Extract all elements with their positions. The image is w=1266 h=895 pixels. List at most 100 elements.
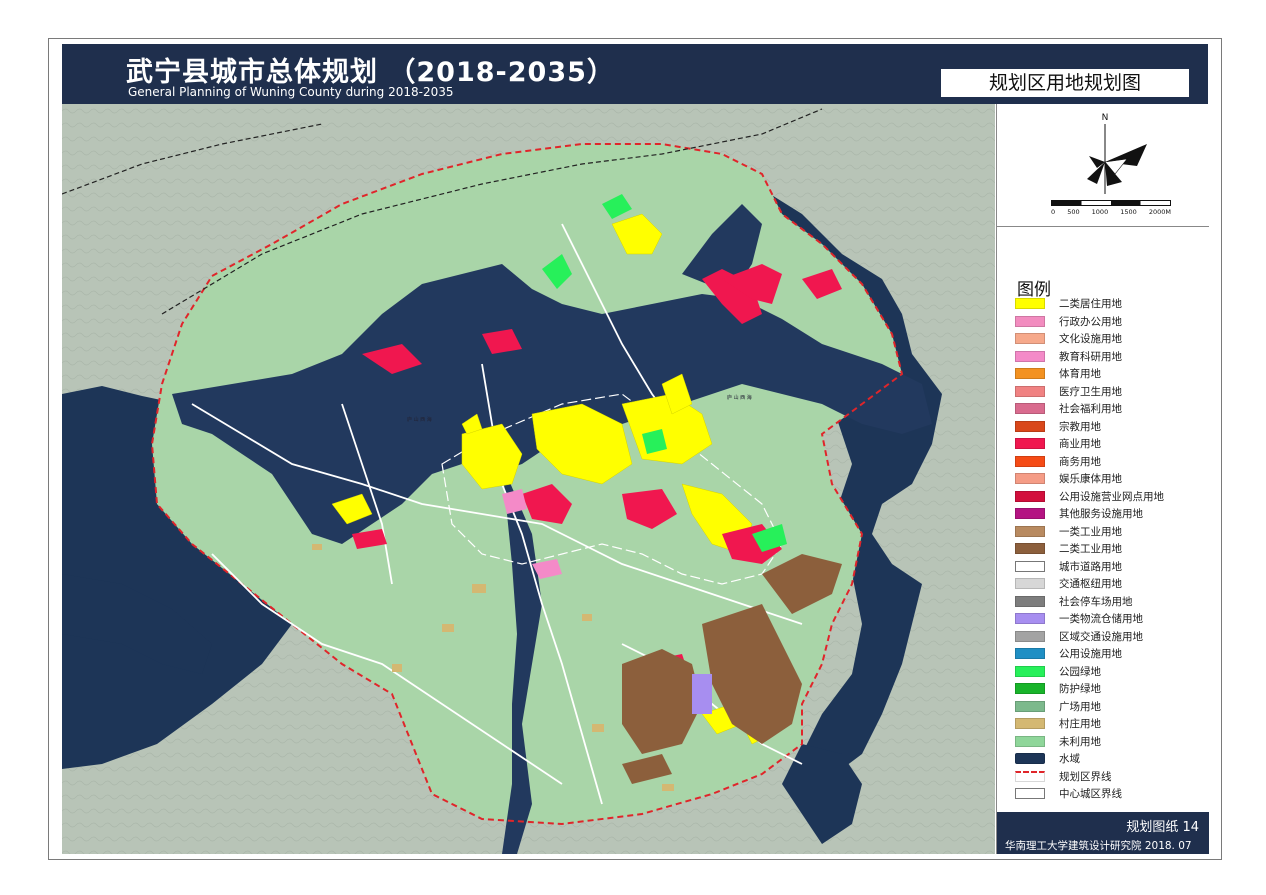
legend-swatch <box>1015 560 1045 572</box>
land-use-map[interactable]: 庐 山 西 海 庐 山 西 海 <box>62 104 995 854</box>
legend-swatch <box>1015 298 1045 310</box>
legend-item: 水域 <box>1015 750 1164 768</box>
legend-swatch <box>1015 578 1045 590</box>
legend-item: 二类居住用地 <box>1015 295 1164 313</box>
plan-subtitle-en: General Planning of Wuning County during… <box>128 85 454 99</box>
legend-swatch <box>1015 683 1045 695</box>
legend-swatch <box>1015 613 1045 625</box>
legend-swatch <box>1015 648 1045 660</box>
legend-label: 宗教用地 <box>1059 420 1101 433</box>
legend-item: 交通枢纽用地 <box>1015 575 1164 593</box>
legend-item: 村庄用地 <box>1015 715 1164 733</box>
legend-label: 文化设施用地 <box>1059 333 1122 346</box>
legend-label: 医疗卫生用地 <box>1059 385 1122 398</box>
scale-label: 1000 <box>1091 208 1109 216</box>
legend-label: 水域 <box>1059 753 1080 766</box>
legend-item: 公用设施营业网点用地 <box>1015 488 1164 506</box>
lake-label-west: 庐 山 西 海 <box>407 417 432 423</box>
legend-label: 城市道路用地 <box>1059 560 1122 573</box>
plan-title: 武宁县城市总体规划 （2018-2035） <box>126 57 615 88</box>
scale-bar: 0 500 1000 1500 2000M <box>1051 200 1171 216</box>
legend-label: 广场用地 <box>1059 700 1101 713</box>
legend-swatch <box>1015 368 1045 380</box>
legend-label: 公园绿地 <box>1059 665 1101 678</box>
legend-item: 社会福利用地 <box>1015 400 1164 418</box>
legend-label: 二类居住用地 <box>1059 298 1122 311</box>
header-banner: 武宁县城市总体规划 （2018-2035） General Planning o… <box>62 44 1208 104</box>
legend-item: 商务用地 <box>1015 453 1164 471</box>
legend-label: 商务用地 <box>1059 455 1101 468</box>
legend-item: 一类工业用地 <box>1015 523 1164 541</box>
legend-swatch <box>1015 630 1045 642</box>
legend-item: 娱乐康体用地 <box>1015 470 1164 488</box>
footer-banner: 规划图纸 14 华南理工大学建筑设计研究院 2018. 07 <box>997 812 1209 854</box>
legend-swatch <box>1015 508 1045 520</box>
legend-label: 二类工业用地 <box>1059 543 1122 556</box>
legend-label: 体育用地 <box>1059 368 1101 381</box>
map-canvas <box>62 104 995 854</box>
legend-item: 行政办公用地 <box>1015 313 1164 331</box>
legend-label: 商业用地 <box>1059 438 1101 451</box>
legend-item: 教育科研用地 <box>1015 348 1164 366</box>
scale-label: 500 <box>1067 208 1080 216</box>
sheet-number: 规划图纸 14 <box>1126 820 1199 835</box>
legend-item: 规划区界线 <box>1015 768 1164 786</box>
legend-swatch <box>1015 455 1045 467</box>
legend-item: 城市道路用地 <box>1015 558 1164 576</box>
logistics-land <box>692 674 712 714</box>
legend-label: 未利用地 <box>1059 735 1101 748</box>
legend-label: 交通枢纽用地 <box>1059 578 1122 591</box>
legend-label: 区域交通设施用地 <box>1059 630 1143 643</box>
legend-label: 娱乐康体用地 <box>1059 473 1122 486</box>
legend-label: 规划区界线 <box>1059 770 1112 783</box>
legend-swatch <box>1015 525 1045 537</box>
legend-label: 公用设施营业网点用地 <box>1059 490 1164 503</box>
legend-item: 未利用地 <box>1015 733 1164 751</box>
legend-item: 一类物流仓储用地 <box>1015 610 1164 628</box>
legend-label: 教育科研用地 <box>1059 350 1122 363</box>
legend-swatch <box>1015 315 1045 327</box>
scale-label: 0 <box>1051 208 1056 216</box>
legend-swatch <box>1015 333 1045 345</box>
legend-swatch <box>1015 700 1045 712</box>
legend-item: 中心城区界线 <box>1015 785 1164 803</box>
legend-label: 社会福利用地 <box>1059 403 1122 416</box>
legend-swatch <box>1015 595 1045 607</box>
legend: 图例 二类居住用地 行政办公用地 文化设施用地 教育科研用地 体育用地 医疗卫生用地 社会福… <box>997 227 1209 812</box>
legend-panel: N 0 500 1000 1500 2000M 图例 二类居住用地 行政办公用地文… <box>996 104 1209 854</box>
legend-item: 商业用地 <box>1015 435 1164 453</box>
legend-item: 文化设施用地 <box>1015 330 1164 348</box>
legend-swatch <box>1015 403 1045 415</box>
legend-label: 村庄用地 <box>1059 718 1101 731</box>
legend-list: 二类居住用地 行政办公用地 文化设施用地 教育科研用地 体育用地医疗卫生用地 社会福利用地… <box>1015 295 1164 803</box>
scale-label: 2000M <box>1148 208 1171 216</box>
legend-label: 行政办公用地 <box>1059 315 1122 328</box>
legend-swatch <box>1015 350 1045 362</box>
legend-swatch <box>1015 665 1045 677</box>
legend-label: 其他服务设施用地 <box>1059 508 1143 521</box>
legend-swatch <box>1015 770 1045 782</box>
legend-item: 防护绿地 <box>1015 680 1164 698</box>
north-label: N <box>1102 113 1109 123</box>
lake-label-east: 庐 山 西 海 <box>727 395 752 401</box>
legend-swatch <box>1015 753 1045 765</box>
legend-item: 广场用地 <box>1015 698 1164 716</box>
compass-panel: N 0 500 1000 1500 2000M <box>997 104 1209 227</box>
legend-label: 一类物流仓储用地 <box>1059 613 1143 626</box>
legend-item: 体育用地 <box>1015 365 1164 383</box>
legend-item: 公园绿地 <box>1015 663 1164 681</box>
legend-item: 社会停车场用地 <box>1015 593 1164 611</box>
legend-swatch <box>1015 438 1045 450</box>
legend-swatch <box>1015 718 1045 730</box>
legend-swatch <box>1015 385 1045 397</box>
legend-item: 其他服务设施用地 <box>1015 505 1164 523</box>
legend-swatch <box>1015 543 1045 555</box>
legend-label: 中心城区界线 <box>1059 788 1122 801</box>
legend-swatch <box>1015 788 1045 800</box>
legend-swatch <box>1015 473 1045 485</box>
scale-label: 1500 <box>1120 208 1137 216</box>
legend-swatch <box>1015 420 1045 432</box>
institute-credit: 华南理工大学建筑设计研究院 2018. 07 <box>1005 840 1192 852</box>
legend-label: 一类工业用地 <box>1059 525 1122 538</box>
legend-item: 医疗卫生用地 <box>1015 383 1164 401</box>
